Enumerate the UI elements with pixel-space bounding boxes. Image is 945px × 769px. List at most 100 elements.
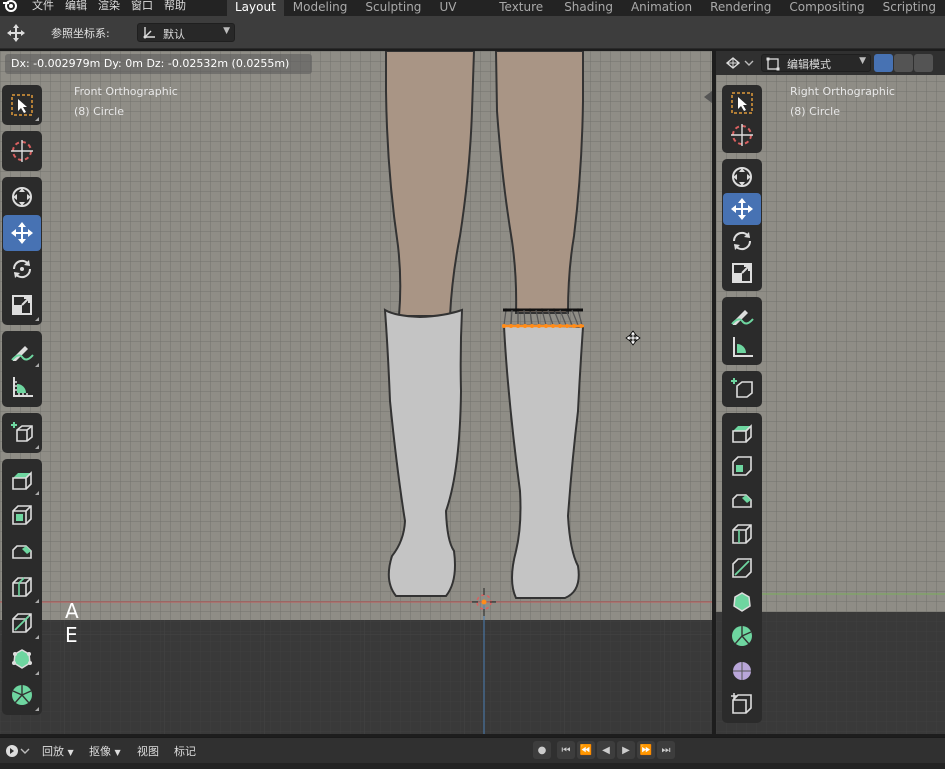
menu-edit[interactable]: 编辑 — [63, 0, 96, 13]
add-cube-tool[interactable] — [3, 415, 41, 451]
spin-tool[interactable] — [3, 677, 41, 713]
menu-help[interactable]: 帮助 — [162, 0, 195, 13]
right-boot-shape — [502, 324, 585, 599]
right-extrude-tool[interactable] — [723, 415, 761, 449]
right-annotate-tool[interactable] — [723, 299, 761, 331]
timeline-body[interactable] — [0, 763, 945, 769]
right-smooth-tool[interactable] — [723, 653, 761, 687]
keying-menu[interactable]: 抠像 ▼ — [89, 743, 121, 759]
transform-tool[interactable] — [3, 179, 41, 215]
rotate-tool[interactable] — [3, 251, 41, 287]
scale-tool[interactable] — [3, 287, 41, 323]
menu-window[interactable]: 窗口 — [129, 0, 162, 13]
play-reverse-icon[interactable]: ◀ — [597, 741, 615, 759]
edge-select-mode-icon[interactable] — [894, 54, 913, 72]
select-box-tool[interactable] — [3, 87, 41, 123]
right-transform-tool[interactable] — [723, 161, 761, 193]
right-add-cube-tool[interactable] — [723, 373, 761, 405]
mode-dropdown[interactable]: 编辑模式 ▼ — [761, 54, 871, 72]
extrude-tool[interactable] — [3, 461, 41, 497]
jump-end-icon[interactable]: ⏭ — [657, 741, 675, 759]
poly-build-icon — [12, 649, 32, 669]
jump-start-icon[interactable]: ⏮ — [557, 741, 575, 759]
add-cube-icon — [11, 422, 33, 442]
tab-uv-editing[interactable]: UV Editing — [430, 0, 490, 16]
editor-type-icon[interactable] — [724, 54, 756, 72]
next-keyframe-icon[interactable]: ⏩ — [637, 741, 655, 759]
loop-cut-icon — [12, 577, 32, 597]
tab-shading[interactable]: Shading — [555, 0, 622, 16]
right-cursor-tool[interactable] — [723, 119, 761, 151]
tab-compositing[interactable]: Compositing — [780, 0, 873, 16]
annotate-tool[interactable] — [3, 333, 41, 369]
top-bar: 文件 编辑 渲染 窗口 帮助 Layout Modeling Sculpting… — [0, 0, 945, 16]
view-menu[interactable]: 视图 — [137, 743, 159, 759]
left-toolbar — [2, 85, 42, 721]
main-menu: 文件 编辑 渲染 窗口 帮助 — [30, 0, 195, 13]
annotate-pencil-icon — [731, 310, 754, 325]
measure-tool[interactable] — [3, 369, 41, 405]
tab-scripting[interactable]: Scripting — [874, 0, 945, 16]
orientation-dropdown[interactable]: 默认 ▼ — [137, 23, 235, 42]
tab-layout[interactable]: Layout — [227, 0, 284, 16]
knife-tool[interactable] — [3, 605, 41, 641]
cursor-icon — [11, 140, 33, 162]
tab-modeling[interactable]: Modeling — [284, 0, 357, 16]
inset-faces-icon — [12, 505, 32, 525]
loop-cut-tool[interactable] — [3, 569, 41, 605]
bevel-tool[interactable] — [3, 533, 41, 569]
scale-icon — [12, 295, 32, 315]
right-select-box-tool[interactable] — [723, 87, 761, 119]
timeline-editor-icon[interactable] — [4, 743, 32, 759]
tab-texture-paint[interactable]: Texture Paint — [490, 0, 555, 16]
cursor-icon — [731, 124, 753, 146]
menu-render[interactable]: 渲染 — [96, 0, 129, 13]
playback-label: 回放 — [42, 745, 64, 758]
spin-icon — [12, 685, 32, 705]
smooth-vertex-icon — [733, 662, 751, 680]
move-tool-icon[interactable] — [6, 23, 26, 43]
viewport-right[interactable]: Right Orthographic (8) Circle — [716, 51, 945, 734]
poly-build-tool[interactable] — [3, 641, 41, 677]
select-box-icon — [731, 92, 753, 114]
tab-rendering[interactable]: Rendering — [701, 0, 780, 16]
menu-file[interactable]: 文件 — [30, 0, 63, 13]
move-icon — [11, 222, 33, 244]
vertex-select-mode-icon[interactable] — [874, 54, 893, 72]
tab-sculpting[interactable]: Sculpting — [356, 0, 430, 16]
transform-orientation-icon — [143, 27, 155, 39]
right-inset-tool[interactable] — [723, 449, 761, 483]
right-bevel-tool[interactable] — [723, 483, 761, 517]
tab-animation[interactable]: Animation — [622, 0, 701, 16]
extrude-icon — [12, 471, 32, 490]
toolbar-group-cursor — [2, 131, 42, 171]
blender-logo-icon[interactable] — [2, 0, 18, 14]
right-poly-build-tool[interactable] — [723, 585, 761, 619]
playback-menu[interactable]: 回放 ▼ — [42, 743, 74, 759]
right-toolbar — [722, 85, 762, 729]
record-icon[interactable]: ● — [533, 741, 551, 759]
cursor-tool[interactable] — [3, 133, 41, 169]
right-loop-cut-tool[interactable] — [723, 517, 761, 551]
bevel-icon — [732, 494, 752, 508]
face-select-mode-icon[interactable] — [914, 54, 933, 72]
right-scale-tool[interactable] — [723, 257, 761, 289]
right-spin-tool[interactable] — [723, 619, 761, 653]
right-shear-tool[interactable] — [723, 687, 761, 721]
right-object-name-label: (8) Circle — [790, 105, 840, 118]
play-icon[interactable]: ▶ — [617, 741, 635, 759]
orientation-label: 参照坐标系: — [51, 27, 110, 40]
right-knife-tool[interactable] — [723, 551, 761, 585]
move-tool[interactable] — [3, 215, 41, 251]
keypress-overlay: A E — [65, 599, 79, 647]
right-measure-tool[interactable] — [723, 331, 761, 363]
marker-menu[interactable]: 标记 — [174, 743, 196, 759]
inset-tool[interactable] — [3, 497, 41, 533]
chevron-down-icon: ▼ — [859, 56, 866, 66]
prev-keyframe-icon[interactable]: ⏪ — [577, 741, 595, 759]
tool-settings-header: 参照坐标系: 默认 ▼ — [0, 16, 945, 49]
viewport-front[interactable]: Dx: -0.002979m Dy: 0m Dz: -0.02532m (0.0… — [0, 51, 712, 734]
right-rotate-tool[interactable] — [723, 225, 761, 257]
annotate-pencil-icon — [11, 346, 34, 361]
right-move-tool[interactable] — [723, 193, 761, 225]
